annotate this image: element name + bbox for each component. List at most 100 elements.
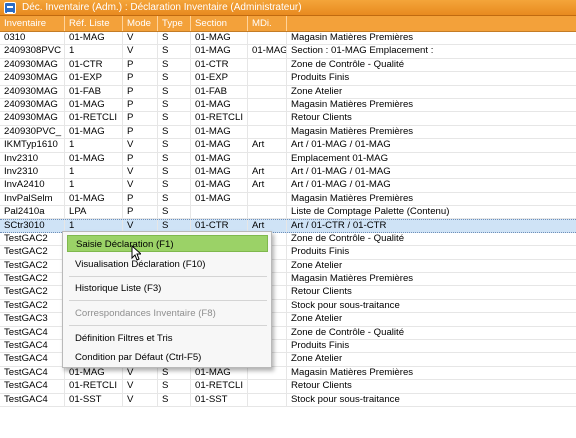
cell-type: S <box>158 380 191 393</box>
cell-description: Art / 01-MAG / 01-MAG <box>291 179 391 191</box>
cell-description: Section : 01-MAG Emplacement : <box>291 45 434 57</box>
column-header-description[interactable] <box>287 16 576 31</box>
table-row[interactable]: 240930MAG 01-FAB P S 01-FAB Zone Atelier <box>0 85 576 99</box>
cell-mode: V <box>123 366 158 380</box>
cell-description: Art / 01-CTR / 01-CTR <box>291 220 387 232</box>
cell-ref-liste: 01-MAG <box>65 125 123 139</box>
menu-item-correspondances-inventaire: Correspondances Inventaire (F8) <box>75 308 216 319</box>
table-row[interactable]: IKMTyp1610 1 V S 01-MAG Art Art / 01-MAG / 01-… <box>0 139 576 153</box>
cell-type: S <box>158 165 191 179</box>
cell-mdi <box>248 206 287 219</box>
cell-inventaire: InvA2410 <box>0 179 65 192</box>
cell-inventaire: 240930MAG <box>0 58 65 72</box>
cell-description: Magasin Matières Premières <box>291 366 414 378</box>
menu-item-condition-par-defaut[interactable]: Condition par Défaut (Ctrl-F5) <box>67 349 268 366</box>
cell-mode: P <box>123 72 158 85</box>
menu-item-visualisation-declaration[interactable]: Visualisation Déclaration (F10) <box>67 256 268 273</box>
cell-mode: P <box>123 152 158 165</box>
cell-ref-liste: 1 <box>65 139 123 152</box>
column-header-type[interactable]: Type <box>158 16 191 31</box>
table-row[interactable]: InvPalSelm 01-MAG P S 01-MAG Magasin Matières… <box>0 192 576 207</box>
table-row[interactable]: 240930PVC_ 01-MAG P S 01-MAG Magasin Matières… <box>0 125 576 140</box>
cell-ref-liste: 01-CTR <box>65 58 123 72</box>
table-row[interactable]: TestGAC4 01-RETCLI V S 01-RETCLI Retour Clien… <box>0 380 576 394</box>
cell-mdi: Art <box>248 179 287 192</box>
cell-description: Magasin Matières Premières <box>291 32 414 43</box>
cell-mdi <box>248 32 287 45</box>
table-row[interactable]: Inv2310 01-MAG P S 01-MAG Emplacement 01-MAG <box>0 152 576 166</box>
cell-description: Magasin Matières Premières <box>291 125 414 137</box>
cell-ref-liste: 01-MAG <box>65 152 123 165</box>
table-row[interactable]: Pal2410a LPA P S Liste de Comptage Palette (… <box>0 206 576 220</box>
column-header-ref-liste[interactable]: Réf. Liste <box>65 16 123 31</box>
column-header-mdi[interactable]: MDi. <box>248 16 287 31</box>
cell-type: S <box>158 152 191 165</box>
table-row[interactable]: 240930MAG 01-EXP P S 01-EXP Produits Finis <box>0 72 576 86</box>
column-header-inventaire[interactable]: Inventaire <box>0 16 65 31</box>
cell-inventaire: 240930MAG <box>0 72 65 85</box>
cell-type: S <box>158 98 191 112</box>
table-row[interactable]: Inv2310 1 V S 01-MAG Art Art / 01-MAG / 01-MAG <box>0 165 576 180</box>
cell-mdi: 01-MAG <box>248 45 287 58</box>
cell-mode: V <box>123 45 158 58</box>
cell-section: 01-MAG <box>191 32 248 45</box>
cell-inventaire: TestGAC4 <box>0 353 65 366</box>
cell-type: S <box>158 139 191 152</box>
column-header-section[interactable]: Section <box>191 16 248 31</box>
cell-description: Zone de Contrôle - Qualité <box>291 326 405 338</box>
table-row[interactable]: 240930MAG 01-CTR P S 01-CTR Zone de Contrôle … <box>0 58 576 73</box>
column-header-mode[interactable]: Mode <box>123 16 158 31</box>
cell-inventaire: IKMTyp1610 <box>0 139 65 152</box>
table-row[interactable]: 240930MAG 01-RETCLI P S 01-RETCLI Retour Clie… <box>0 112 576 126</box>
table-row[interactable]: TestGAC4 01-SST V S 01-SST Stock pour sous-tr… <box>0 393 576 407</box>
cell-type: S <box>158 206 191 219</box>
cell-type: S <box>158 125 191 139</box>
table-row[interactable]: 240930MAG 01-MAG P S 01-MAG Magasin Matières … <box>0 98 576 113</box>
cell-section: 01-MAG <box>191 45 248 58</box>
cell-ref-liste: 1 <box>65 45 123 58</box>
cell-inventaire: 240930PVC_ <box>0 125 65 139</box>
cell-section: 01-SST <box>191 393 248 406</box>
table-row[interactable]: InvA2410 1 V S 01-MAG Art Art / 01-MAG / 01-MA… <box>0 179 576 193</box>
cell-inventaire: 2409308PVC <box>0 45 65 58</box>
cell-inventaire: TestGAC3 <box>0 313 65 326</box>
cell-description: Retour Clients <box>291 286 352 298</box>
cell-type: S <box>158 85 191 98</box>
cell-description: Emplacement 01-MAG <box>291 152 389 164</box>
table-row[interactable]: 0310 01-MAG V S 01-MAG Magasin Matières Premi… <box>0 32 576 46</box>
cell-mode: P <box>123 98 158 112</box>
cell-inventaire: InvPalSelm <box>0 192 65 206</box>
cell-mode: P <box>123 206 158 219</box>
app-icon <box>4 1 16 14</box>
cell-section: 01-MAG <box>191 125 248 139</box>
cell-section: 01-MAG <box>191 179 248 192</box>
cell-description: Magasin Matières Premières <box>291 98 414 110</box>
cell-description: Retour Clients <box>291 112 352 124</box>
cell-mdi: Art <box>248 165 287 179</box>
cell-inventaire: TestGAC2 <box>0 299 65 313</box>
cell-description: Zone Atelier <box>291 353 343 365</box>
menu-separator <box>69 276 267 277</box>
cell-mdi <box>248 72 287 85</box>
cell-inventaire: TestGAC4 <box>0 366 65 380</box>
cell-description: Magasin Matières Premières <box>291 273 414 285</box>
cell-ref-liste: 01-EXP <box>65 72 123 85</box>
cell-mode: V <box>123 179 158 192</box>
menu-item-saisie-declaration[interactable]: Saisie Déclaration (F1) <box>67 235 268 252</box>
cell-inventaire: TestGAC4 <box>0 339 65 353</box>
cell-ref-liste: 1 <box>65 165 123 179</box>
cell-type: S <box>158 366 191 380</box>
cell-section: 01-MAG <box>191 152 248 165</box>
cell-mdi: Art <box>248 139 287 152</box>
cell-description: Zone de Contrôle - Qualité <box>291 232 405 244</box>
cell-mode: P <box>123 125 158 139</box>
cell-inventaire: Inv2310 <box>0 165 65 179</box>
window-titlebar: Déc. Inventaire (Adm.) : Déclaration Inv… <box>0 0 576 16</box>
table-row[interactable]: TestGAC4 01-MAG V S 01-MAG Magasin Matières P… <box>0 366 576 381</box>
menu-item-historique-liste[interactable]: Historique Liste (F3) <box>67 280 268 297</box>
table-row[interactable]: 2409308PVC 1 V S 01-MAG 01-MAG Section : 01-MA… <box>0 45 576 59</box>
cell-inventaire: TestGAC2 <box>0 246 65 259</box>
menu-item-definition-filtres[interactable]: Définition Filtres et Tris <box>67 330 268 347</box>
cell-ref-liste: 01-RETCLI <box>65 112 123 125</box>
cell-description: Art / 01-MAG / 01-MAG <box>291 165 391 177</box>
